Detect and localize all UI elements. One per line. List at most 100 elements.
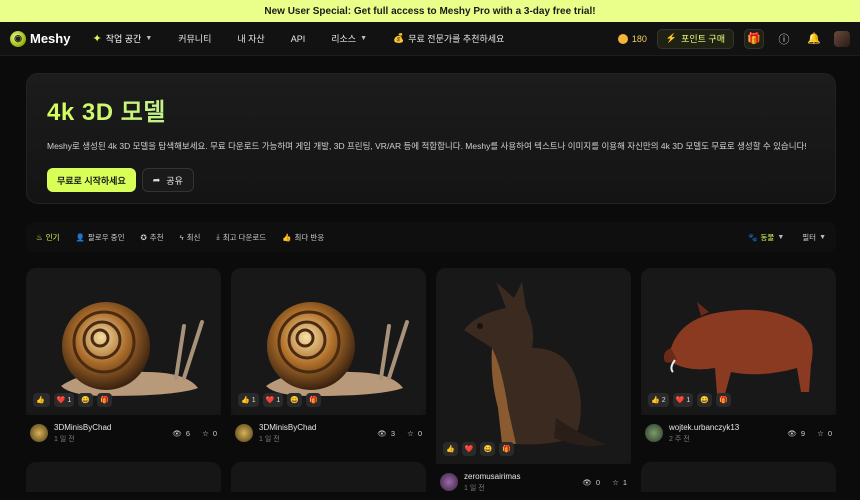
bolt-icon: ϟ [179, 232, 184, 242]
credits-display[interactable]: 180 [617, 33, 647, 44]
model-card[interactable] [641, 462, 836, 492]
sort-filter-bar: ♨ 인기 👤 팔로우 중인 ✪ 추천 ϟ 최신 ⤓ 최고 다운로드 👍 최다 반응 🐾 동물… [26, 222, 836, 252]
model-thumbnail[interactable]: 👍 1 ❤️ 1 😄 🎁 [231, 268, 426, 415]
reaction-bar: 👍 1 ❤️ 1 😄 🎁 [238, 393, 321, 407]
nav-referral[interactable]: 💰 무료 전문가를 추천하세요 [393, 32, 504, 45]
reaction-smile[interactable]: 😄 [287, 393, 302, 407]
eye-icon: 👁 [377, 428, 387, 438]
chevron-down-icon: ▼ [777, 233, 785, 241]
gift-button[interactable]: 🎁 [744, 28, 764, 49]
author-name[interactable]: 3DMinisByChad [54, 423, 111, 432]
reaction-heart[interactable]: ❤️ [461, 442, 477, 456]
star-count-value: 0 [417, 428, 422, 438]
tab-recommended[interactable]: ✪ 추천 [140, 232, 163, 243]
tab-latest[interactable]: ϟ 최신 [180, 232, 201, 243]
reaction-heart[interactable]: ❤️ 1 [262, 393, 284, 407]
buy-credits-button[interactable]: ⚡ 포인트 구매 [656, 28, 734, 49]
star-icon: ☆ [202, 428, 209, 438]
smile-icon: 😄 [700, 397, 709, 404]
category-label: 동물 [760, 232, 775, 242]
model-card[interactable] [26, 462, 221, 492]
promo-banner[interactable]: New User Special: Get full access to Mes… [0, 0, 860, 22]
star-count[interactable]: ☆ 1 [612, 478, 627, 487]
nav-api[interactable]: API [291, 34, 306, 44]
hero-section: 4k 3D 모델 Meshy로 생성된 4k 3D 모델을 탐색해보세요. 무료… [26, 73, 836, 204]
view-count: 👁 6 [172, 429, 190, 438]
nav-right: 180 ⚡ 포인트 구매 🎁 ⓘ 🔔 [617, 28, 850, 49]
star-count[interactable]: ☆ 0 [817, 429, 832, 438]
author-name[interactable]: 3DMinisByChad [259, 423, 316, 432]
model-card[interactable]: 👍 1 ❤️ 1 😄 🎁 3DMinisByChad 1 일 전 👁 3 ☆ 0 [231, 268, 426, 451]
star-count[interactable]: ☆ 0 [202, 429, 217, 438]
notifications-button[interactable]: 🔔 [804, 29, 824, 49]
user-avatar[interactable] [834, 30, 850, 47]
help-button[interactable]: ⓘ [774, 29, 794, 49]
view-count-value: 6 [185, 428, 191, 438]
eye-icon: 👁 [172, 428, 182, 438]
start-free-button[interactable]: 무료로 시작하세요 [47, 168, 136, 192]
tab-most-downloaded[interactable]: ⤓ 최고 다운로드 [216, 232, 266, 243]
avatar[interactable] [30, 424, 48, 442]
coin-icon [617, 33, 628, 44]
eye-icon: 👁 [582, 477, 592, 487]
smile-icon: 😄 [81, 397, 91, 404]
avatar[interactable] [235, 424, 253, 442]
reaction-thumbs-up[interactable]: 👍 [33, 393, 50, 407]
tab-following-label: 팔로우 중인 [87, 232, 125, 242]
model-card[interactable] [231, 462, 426, 492]
filter-dropdown[interactable]: 필터 ▼ [802, 232, 826, 243]
avatar[interactable] [440, 473, 458, 491]
reaction-smile[interactable]: 😄 [78, 393, 94, 407]
nav-my-assets-label: 내 자산 [237, 34, 265, 44]
avatar[interactable] [645, 424, 663, 442]
reaction-bar: 👍 2 ❤️ 1 😄 🎁 [648, 393, 731, 407]
star-count[interactable]: ☆ 0 [407, 429, 422, 438]
reaction-thumbs-up[interactable]: 👍 1 [238, 393, 259, 407]
model-card[interactable]: 👍 ❤️ 1 😄 🎁 3DMinisByChad 1 일 전 👁 6 ☆ 0 [26, 268, 221, 451]
reaction-thumbs-up[interactable]: 👍 [443, 442, 458, 456]
tab-most-reactions[interactable]: 👍 최다 반응 [282, 232, 324, 243]
model-thumbnail[interactable]: 👍 2 ❤️ 1 😄 🎁 [641, 268, 836, 415]
reaction-gift[interactable]: 🎁 [715, 393, 731, 407]
view-count: 👁 0 [582, 478, 600, 487]
category-dropdown[interactable]: 🐾 동물 ▼ [748, 232, 784, 243]
model-card[interactable]: 👍 2 ❤️ 1 😄 🎁 wojtek.urbanczyk13 2 주 전 👁 9 ☆… [641, 268, 836, 451]
logo[interactable]: ◉ Meshy [10, 30, 70, 47]
reaction-count: 2 [661, 396, 666, 404]
author-name[interactable]: zeromusairimas [464, 472, 520, 481]
nav-community[interactable]: 커뮤니티 [178, 32, 211, 45]
tab-following[interactable]: 👤 팔로우 중인 [76, 232, 125, 243]
model-card[interactable]: 👍 ❤️ 😄 🎁 zeromusairimas 1 일 전 👁 0 ☆ 1 [436, 268, 631, 500]
gift-icon: 🎁 [747, 33, 761, 45]
gift-icon: 🎁 [718, 397, 728, 404]
star-count-value: 0 [827, 428, 832, 438]
model-thumbnail[interactable]: 👍 ❤️ 😄 🎁 [436, 268, 631, 464]
nav-referral-label: 무료 전문가를 추천하세요 [408, 34, 505, 44]
reaction-gift[interactable]: 🎁 [499, 442, 514, 456]
tab-recommended-label: 추천 [149, 232, 164, 242]
nav-my-assets[interactable]: 내 자산 [237, 32, 264, 45]
reaction-thumbs-up[interactable]: 👍 2 [648, 393, 669, 407]
share-button[interactable]: ➦ 공유 [141, 168, 194, 192]
model-thumbnail[interactable]: 👍 ❤️ 1 😄 🎁 [26, 268, 221, 415]
reaction-gift[interactable]: 🎁 [305, 393, 321, 407]
reaction-gift[interactable]: 🎁 [97, 393, 112, 407]
tab-popular[interactable]: ♨ 인기 [36, 232, 60, 243]
share-icon: ➦ [152, 174, 161, 185]
reaction-smile[interactable]: 😄 [480, 442, 496, 456]
award-icon: ✪ [140, 232, 147, 242]
nav-resources[interactable]: 리소스 ▼ [331, 32, 367, 45]
chevron-down-icon: ▼ [145, 35, 153, 42]
reaction-heart[interactable]: ❤️ 1 [53, 393, 75, 407]
thumbs-up-icon: 👍 [446, 446, 455, 453]
gift-icon: 🎁 [308, 397, 318, 404]
page-description: Meshy로 생성된 4k 3D 모델을 탐색해보세요. 무료 다운로드 가능하… [47, 141, 807, 151]
nav-resources-label: 리소스 [331, 34, 357, 44]
author-name[interactable]: wojtek.urbanczyk13 [669, 423, 739, 432]
chevron-down-icon: ▼ [819, 233, 826, 241]
nav-workspace[interactable]: ✦ 작업 공간 ▼ [92, 32, 152, 45]
reaction-smile[interactable]: 😄 [697, 393, 712, 407]
reaction-count: 1 [276, 396, 281, 404]
view-count-value: 9 [800, 428, 806, 438]
reaction-heart[interactable]: ❤️ 1 [672, 393, 694, 407]
